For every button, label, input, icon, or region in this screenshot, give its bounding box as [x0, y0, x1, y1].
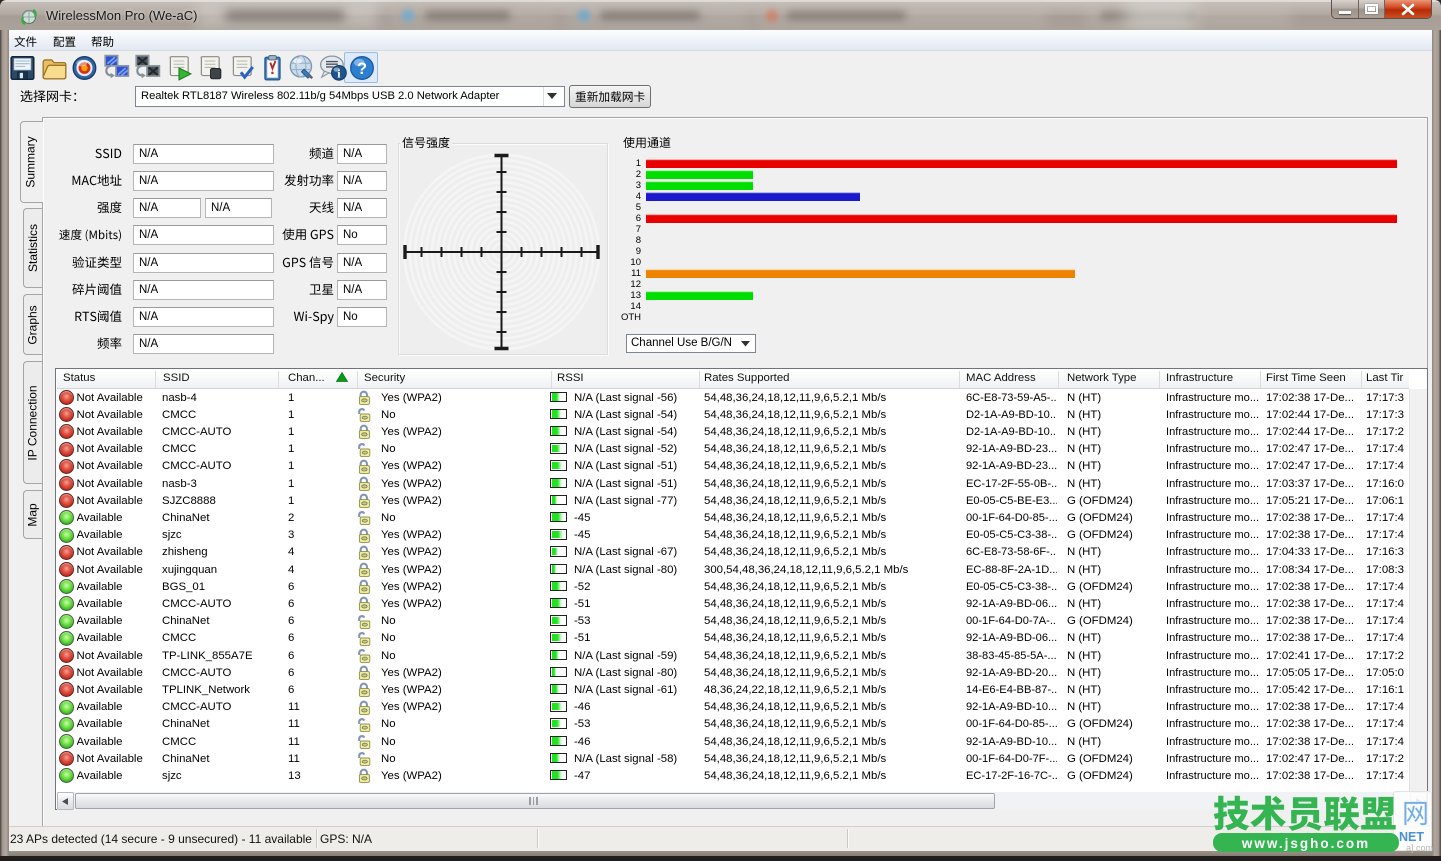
svg-text:?: ? — [357, 60, 367, 78]
